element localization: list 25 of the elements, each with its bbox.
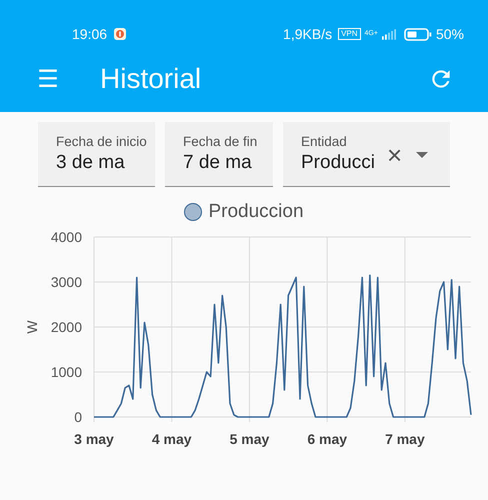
y-axis-label: W (24, 320, 40, 334)
network-speed: 1,9KB/s (283, 26, 332, 42)
y-tick-label: 0 (74, 409, 82, 425)
status-time: 19:06 (72, 26, 108, 42)
notification-icon (114, 28, 126, 40)
x-tick-label: 5 may (230, 431, 270, 447)
battery-icon (404, 28, 432, 40)
vpn-badge: VPN (338, 28, 361, 40)
y-tick-label: 4000 (50, 229, 82, 245)
page-title: Historial (100, 63, 202, 95)
dropdown-icon[interactable] (416, 152, 428, 158)
y-tick-label: 2000 (50, 319, 82, 335)
y-tick-label: 1000 (50, 364, 82, 380)
x-tick-label: 3 may (74, 431, 114, 447)
x-tick-label: 6 may (307, 431, 348, 447)
filter-field[interactable]: Fecha de inicio 3 de ma (38, 122, 155, 187)
legend-label: Produccion (208, 201, 304, 223)
battery-percent: 50% (436, 26, 464, 42)
x-tick-label: 7 may (385, 431, 425, 447)
y-tick-label: 3000 (50, 274, 82, 290)
clear-button[interactable]: × (387, 142, 402, 168)
filter-field[interactable]: Fecha de fin 7 de ma (165, 122, 273, 187)
signal-icon (382, 28, 396, 40)
x-tick-label: 4 may (152, 431, 192, 447)
legend-swatch (184, 203, 202, 221)
